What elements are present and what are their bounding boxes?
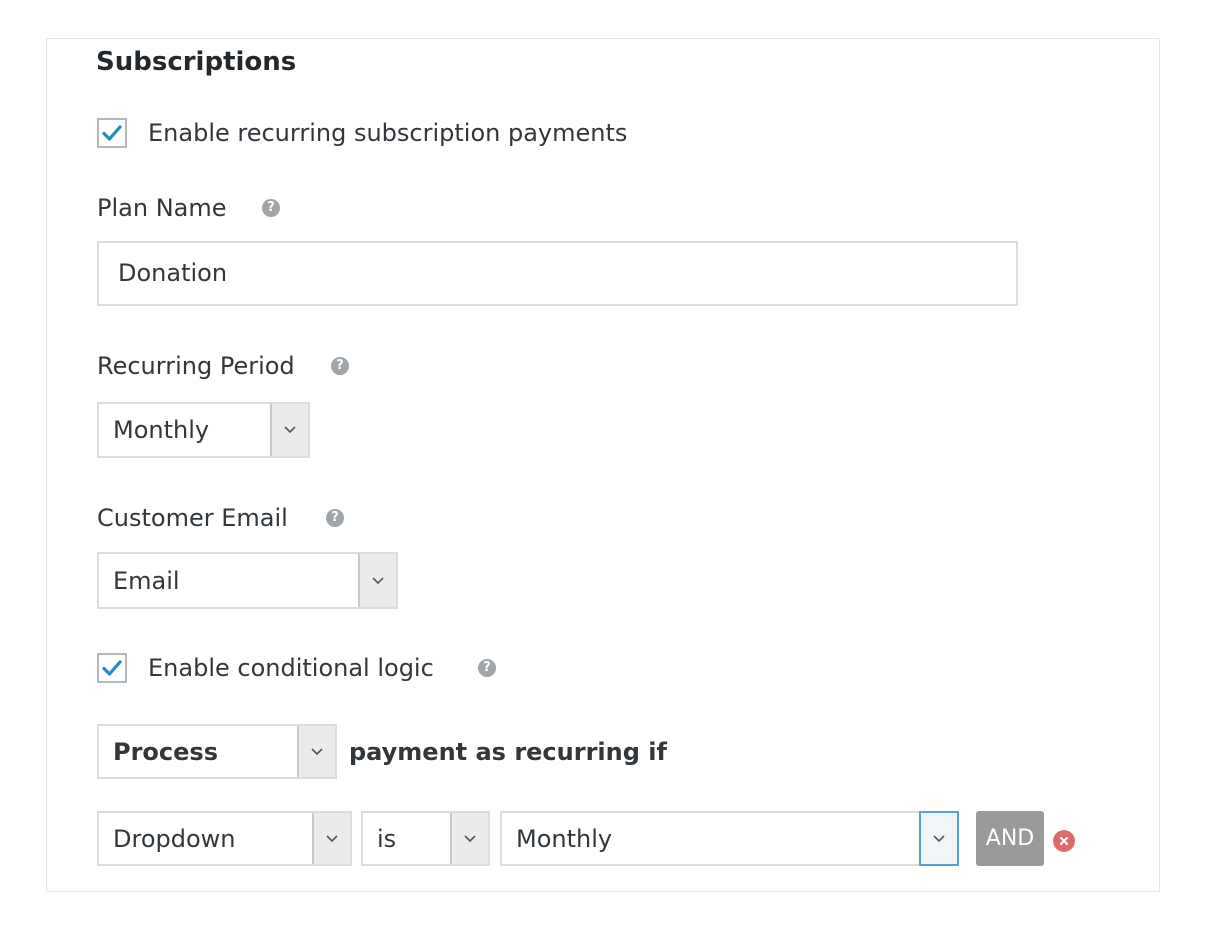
checkmark-icon	[102, 660, 122, 676]
customer-email-select[interactable]: Email	[97, 552, 398, 609]
question-circle-icon[interactable]: ?	[478, 659, 496, 677]
chevron-down-icon[interactable]	[450, 813, 488, 864]
chevron-down-icon[interactable]	[270, 404, 308, 456]
enable-conditional-logic-label[interactable]: Enable conditional logic	[148, 652, 434, 684]
question-circle-icon[interactable]: ?	[262, 199, 280, 217]
recurring-period-select[interactable]: Monthly	[97, 402, 310, 458]
action-suffix-label: payment as recurring if	[349, 738, 667, 766]
and-button[interactable]: AND	[976, 811, 1044, 866]
chevron-down-icon[interactable]	[297, 726, 335, 777]
checkmark-icon	[102, 125, 122, 141]
rule-field-value: Dropdown	[113, 824, 236, 853]
chevron-down-icon[interactable]	[312, 813, 350, 864]
recurring-period-value: Monthly	[113, 416, 210, 444]
enable-conditional-logic-checkbox[interactable]	[97, 653, 127, 683]
plan-name-label: Plan Name	[97, 194, 227, 222]
rule-operator-value: is	[377, 824, 397, 853]
chevron-down-icon[interactable]	[919, 811, 959, 866]
customer-email-value: Email	[113, 566, 180, 595]
question-circle-icon[interactable]: ?	[331, 357, 349, 375]
rule-field-select[interactable]: Dropdown	[97, 811, 352, 866]
enable-recurring-label[interactable]: Enable recurring subscription payments	[148, 117, 627, 149]
action-value: Process	[113, 737, 218, 766]
question-circle-icon[interactable]: ?	[326, 509, 344, 527]
customer-email-label: Customer Email	[97, 504, 288, 532]
plan-name-input[interactable]: Donation	[97, 241, 1018, 306]
rule-value-select[interactable]: Monthly	[500, 811, 959, 866]
rule-value-value: Monthly	[516, 824, 613, 853]
section-title: Subscriptions	[96, 47, 297, 77]
action-select[interactable]: Process	[97, 724, 337, 779]
chevron-down-icon[interactable]	[358, 554, 396, 607]
enable-recurring-checkbox[interactable]	[97, 118, 127, 148]
close-circle-icon[interactable]	[1053, 830, 1075, 852]
rule-operator-select[interactable]: is	[361, 811, 490, 866]
recurring-period-label: Recurring Period	[97, 352, 295, 380]
